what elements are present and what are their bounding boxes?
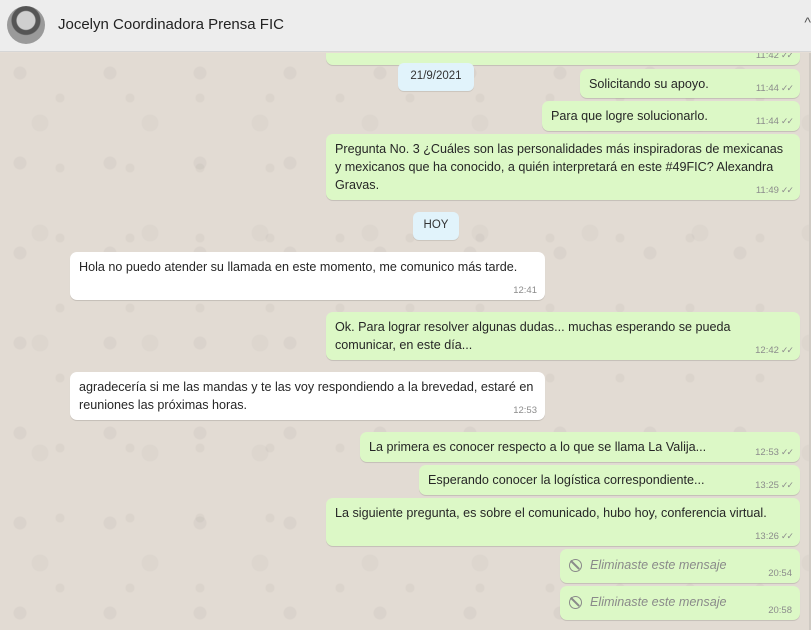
message-bubble[interactable]: Para que logre solucionarlo. 11:44 ✓✓ bbox=[542, 101, 800, 131]
message-text: La siguiente pregunta, es sobre el comun… bbox=[335, 506, 767, 520]
double-check-icon: ✓✓ bbox=[780, 185, 794, 195]
message-bubble[interactable]: Pregunta No. 3 ¿Cuáles son las personali… bbox=[326, 134, 800, 200]
message-meta: 11:42 ✓✓ bbox=[756, 53, 794, 62]
message-meta: 13:26 ✓✓ bbox=[755, 531, 794, 542]
message-text: Hola no puedo atender su llamada en este… bbox=[79, 260, 518, 274]
message-meta: 13:25 ✓✓ bbox=[755, 480, 794, 491]
double-check-icon: ✓✓ bbox=[780, 53, 794, 60]
chevron-up-icon[interactable]: ^ bbox=[804, 14, 811, 30]
message-meta: 12:53 bbox=[513, 405, 537, 416]
deleted-message-bubble[interactable]: Eliminaste este mensaje 20:54 bbox=[560, 549, 800, 583]
double-check-icon: ✓✓ bbox=[780, 83, 794, 93]
date-separator: 21/9/2021 bbox=[398, 63, 474, 91]
deleted-message-bubble[interactable]: Eliminaste este mensaje 20:58 bbox=[560, 586, 800, 620]
message-meta: 11:49 ✓✓ bbox=[755, 185, 794, 196]
message-meta: 12:42 ✓✓ bbox=[755, 345, 794, 356]
message-meta: 11:44 ✓✓ bbox=[755, 116, 794, 127]
double-check-icon: ✓✓ bbox=[780, 531, 794, 541]
contact-name[interactable]: Jocelyn Coordinadora Prensa FIC bbox=[58, 16, 284, 33]
message-meta: 12:41 bbox=[513, 285, 537, 296]
message-list[interactable]: 11:42 ✓✓ 21/9/2021 Solicitando su apoyo. … bbox=[0, 53, 811, 630]
message-meta: 11:44 ✓✓ bbox=[755, 83, 794, 94]
message-text: agradecería si me las mandas y te las vo… bbox=[79, 380, 534, 412]
message-meta: 20:58 bbox=[768, 605, 792, 616]
message-bubble[interactable]: agradecería si me las mandas y te las vo… bbox=[70, 372, 545, 420]
message-text: Esperando conocer la logística correspon… bbox=[428, 473, 705, 487]
message-text: La primera es conocer respecto a lo que … bbox=[369, 440, 707, 454]
message-bubble[interactable]: Solicitando su apoyo. 11:44 ✓✓ bbox=[580, 69, 800, 98]
message-meta: 20:54 bbox=[768, 568, 792, 579]
double-check-icon: ✓✓ bbox=[780, 345, 794, 355]
message-bubble[interactable]: 11:42 ✓✓ bbox=[326, 53, 800, 65]
message-bubble[interactable]: Ok. Para lograr resolver algunas dudas..… bbox=[326, 312, 800, 360]
message-bubble[interactable]: Hola no puedo atender su llamada en este… bbox=[70, 252, 545, 300]
deleted-message-text: Eliminaste este mensaje bbox=[590, 595, 727, 609]
message-bubble[interactable]: La primera es conocer respecto a lo que … bbox=[360, 432, 800, 462]
contact-avatar[interactable] bbox=[7, 6, 45, 44]
message-bubble[interactable]: Esperando conocer la logística correspon… bbox=[419, 465, 800, 495]
ban-icon bbox=[569, 559, 582, 572]
double-check-icon: ✓✓ bbox=[780, 447, 794, 457]
message-meta: 12:53 ✓✓ bbox=[755, 447, 794, 458]
chat-header: Jocelyn Coordinadora Prensa FIC ^ bbox=[0, 0, 811, 52]
message-text: Pregunta No. 3 ¿Cuáles son las personali… bbox=[335, 142, 784, 192]
date-separator: HOY bbox=[413, 212, 459, 240]
ban-icon bbox=[569, 596, 582, 609]
deleted-message-text: Eliminaste este mensaje bbox=[590, 558, 727, 572]
message-text: Ok. Para lograr resolver algunas dudas..… bbox=[335, 320, 731, 352]
message-bubble[interactable]: La siguiente pregunta, es sobre el comun… bbox=[326, 498, 800, 546]
double-check-icon: ✓✓ bbox=[780, 116, 794, 126]
double-check-icon: ✓✓ bbox=[780, 480, 794, 490]
